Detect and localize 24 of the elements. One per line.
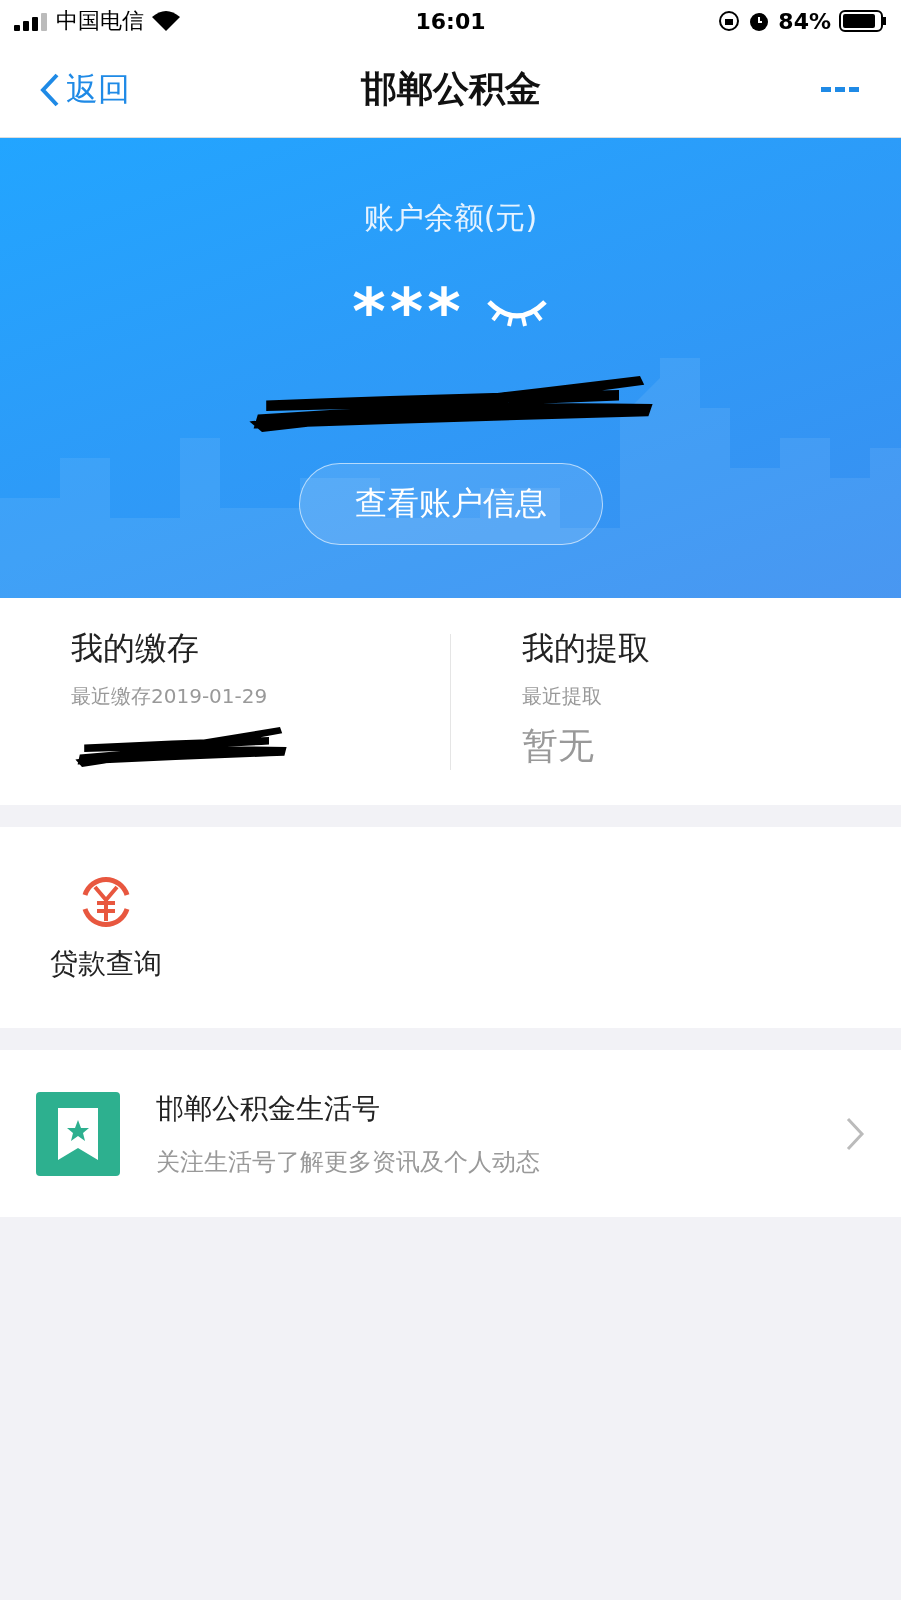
battery-percent: 84% — [778, 8, 831, 34]
status-time: 16:01 — [415, 8, 486, 34]
carrier-name: 中国电信 — [56, 7, 144, 35]
signal-icon — [14, 11, 48, 31]
alarm-icon — [748, 10, 771, 32]
back-link[interactable]: 返回 — [40, 67, 200, 112]
wifi-icon — [152, 11, 180, 31]
balance-label: 账户余额(元) — [363, 199, 538, 237]
loan-query-link[interactable]: 贷款查询 — [50, 872, 162, 983]
page-title: 邯郸公积金 — [360, 67, 541, 111]
hidden-balance: *** — [352, 275, 465, 349]
stat-title: 我的提取 — [522, 627, 651, 669]
account-info-button[interactable]: 查看账户信息 — [298, 463, 603, 545]
chevron-left-icon — [40, 72, 60, 107]
life-account-subtitle: 关注生活号了解更多资讯及个人动态 — [156, 1146, 541, 1178]
stat-title: 我的缴存 — [71, 627, 200, 669]
stat-value: 暂无 — [522, 723, 595, 768]
stat-caption: 最近缴存2019-01-29 — [71, 682, 269, 710]
rotation-lock-icon — [718, 10, 741, 32]
chevron-right-icon[interactable] — [845, 1116, 865, 1151]
battery-icon — [839, 10, 887, 32]
more-icon[interactable] — [821, 84, 861, 95]
life-account-title: 邯郸公积金生活号 — [156, 1090, 381, 1127]
stat-caption: 最近提取 — [522, 682, 603, 710]
